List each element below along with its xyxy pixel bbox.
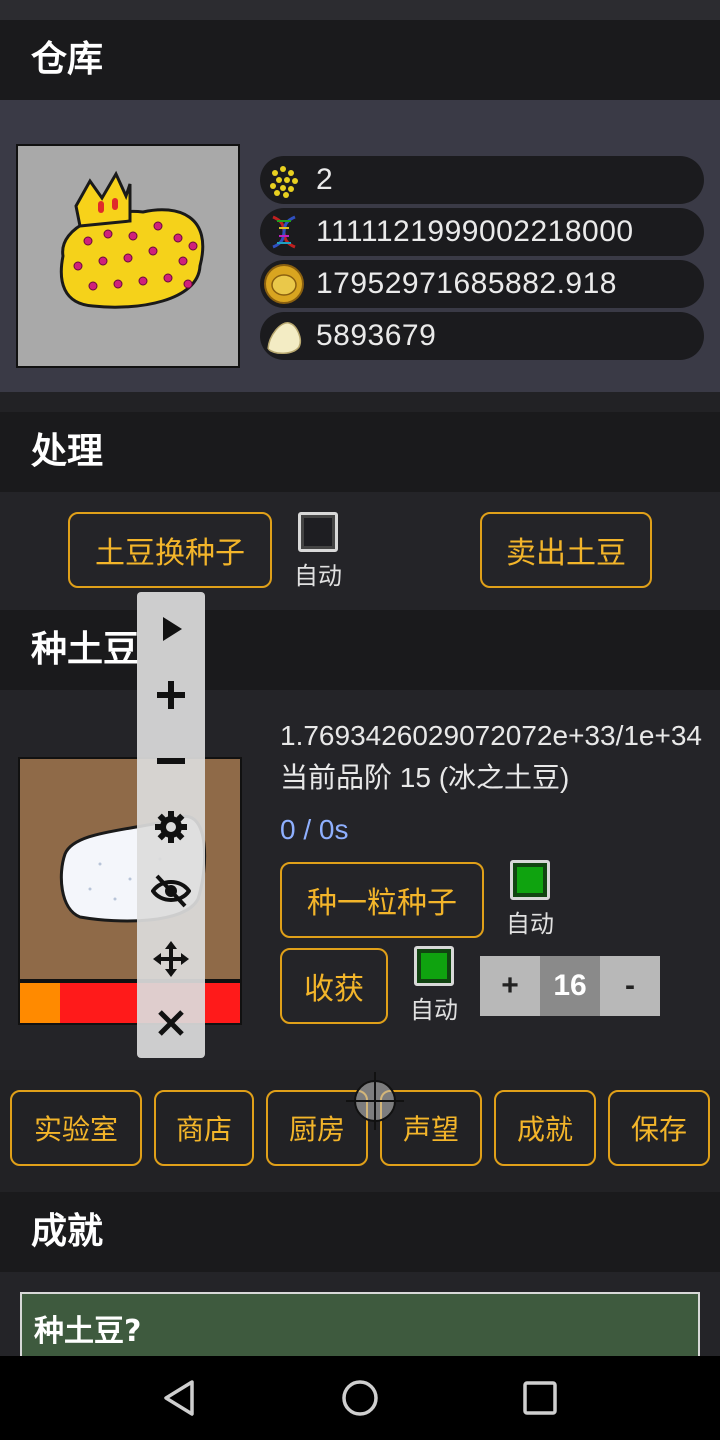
plant-auto-label: 自动 [506,910,554,938]
process-header: 处理 [0,412,720,492]
settings-icon[interactable] [137,796,205,858]
crowned-potato-image [16,144,240,368]
potato-coin-count: 17952971685882.918 [316,267,617,300]
quantity-stepper: + 16 - [480,956,660,1016]
close-icon[interactable] [137,992,205,1054]
crosshair-icon[interactable] [346,1072,404,1130]
status-bar [0,0,720,20]
growth-progress-bar [18,981,242,1025]
potato-coin-icon [263,263,305,305]
seeds-count: 2 [316,163,334,196]
floating-toolbar [137,592,205,1058]
progress-text-clip: 1.7693426029072072e+33/1e+34 [280,716,705,756]
timer-text: 0 / 0s [280,814,349,845]
stepper-plus-button[interactable]: + [480,956,540,1016]
exchange-auto-checkbox[interactable] [298,512,338,552]
sell-potatoes-button[interactable]: 卖出土豆 [480,512,652,588]
achievement-card-title: 种土豆? [34,1314,142,1349]
plant-seed-button[interactable]: 种一粒种子 [280,862,484,938]
lab-button[interactable]: 实验室 [10,1090,142,1166]
plant-header: 种土豆 [0,610,720,690]
achievements-button[interactable]: 成就 [494,1090,596,1166]
home-icon[interactable] [340,1378,380,1418]
progress-value-text: 1.7693426029072072e+33/1e+34 [280,720,702,751]
potato-chip-icon [263,315,305,357]
warehouse-title: 仓库 [31,39,104,80]
plant-title: 种土豆 [31,629,140,670]
shop-button[interactable]: 商店 [154,1090,254,1166]
process-title: 处理 [31,431,104,472]
harvest-button[interactable]: 收获 [280,948,388,1024]
resource-row-potato-coin: 17952971685882.918 [260,260,704,308]
ice-potato-image [18,757,242,981]
save-button[interactable]: 保存 [608,1090,710,1166]
system-navigation-bar [0,1356,720,1440]
resource-row-potato-chip: 5893679 [260,312,704,360]
resource-row-dna: 1111121999002218000 [260,208,704,256]
stepper-minus-button[interactable]: - [600,956,660,1016]
exchange-potato-for-seeds-button[interactable]: 土豆换种子 [68,512,272,588]
back-icon[interactable] [160,1378,200,1418]
move-icon[interactable] [137,928,205,990]
recents-icon[interactable] [522,1380,558,1416]
achievement-header: 成就 [0,1192,720,1272]
dna-icon [263,211,305,253]
hide-icon[interactable] [137,860,205,922]
zoom-in-icon[interactable] [137,664,205,726]
harvest-auto-label: 自动 [410,996,458,1024]
growth-progress-fill [20,983,60,1023]
plant-auto-checkbox[interactable] [510,860,550,900]
grade-text: 当前品阶 15 (冰之土豆) [280,762,570,793]
warehouse-header: 仓库 [0,20,720,100]
potato-chip-count: 5893679 [316,319,437,352]
dna-count: 1111121999002218000 [316,215,634,248]
harvest-auto-checkbox[interactable] [414,946,454,986]
stepper-value: 16 [540,956,600,1016]
zoom-out-icon[interactable] [137,730,205,792]
play-icon[interactable] [137,598,205,660]
exchange-auto-label: 自动 [294,562,342,590]
achievement-title: 成就 [31,1211,104,1252]
resource-row-seeds: 2 [260,156,704,204]
seeds-icon [263,159,305,201]
